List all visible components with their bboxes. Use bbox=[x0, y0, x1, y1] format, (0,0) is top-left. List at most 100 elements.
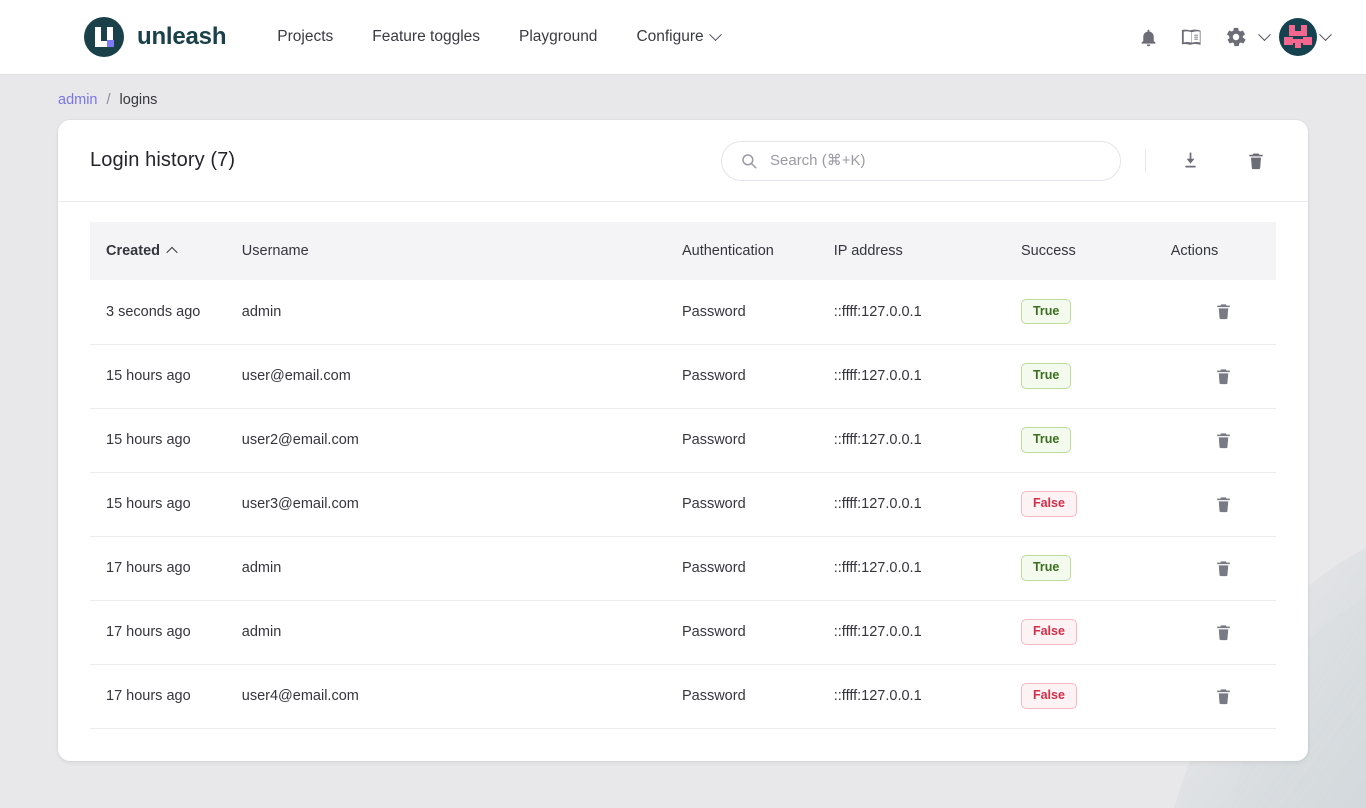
cell-ip-address: ::ffff:127.0.0.1 bbox=[834, 344, 1021, 408]
breadcrumb: admin / logins bbox=[0, 74, 1366, 120]
top-navigation-bar: unleash Projects Feature toggles Playgro… bbox=[0, 0, 1366, 74]
delete-row-button[interactable] bbox=[1204, 293, 1242, 331]
cell-authentication: Password bbox=[682, 664, 834, 728]
search-input[interactable] bbox=[768, 151, 1102, 170]
cell-created: 15 hours ago bbox=[90, 344, 242, 408]
trash-icon bbox=[1214, 559, 1233, 578]
column-label-created: Created bbox=[106, 243, 160, 259]
nav-item-configure[interactable]: Configure bbox=[623, 20, 732, 54]
card-header-actions bbox=[721, 141, 1276, 181]
brand-name: unleash bbox=[137, 23, 226, 51]
table-header-row: Created Username Authentication IP addre… bbox=[90, 222, 1276, 280]
column-header-success[interactable]: Success bbox=[1021, 222, 1171, 280]
chevron-down-icon bbox=[1258, 28, 1271, 41]
column-header-actions: Actions bbox=[1171, 222, 1276, 280]
cell-created: 15 hours ago bbox=[90, 472, 242, 536]
table-row: 17 hours agoadminPassword::ffff:127.0.0.… bbox=[90, 536, 1276, 600]
delete-all-button[interactable] bbox=[1236, 141, 1276, 181]
delete-row-button[interactable] bbox=[1204, 485, 1242, 523]
nav-item-projects[interactable]: Projects bbox=[264, 20, 346, 54]
column-label-success: Success bbox=[1021, 243, 1076, 259]
table-body: 3 seconds agoadminPassword::ffff:127.0.0… bbox=[90, 280, 1276, 728]
cell-authentication: Password bbox=[682, 344, 834, 408]
cell-actions bbox=[1171, 472, 1276, 536]
table-row: 17 hours agouser4@email.comPassword::fff… bbox=[90, 664, 1276, 728]
nav-item-playground[interactable]: Playground bbox=[506, 20, 610, 54]
delete-row-button[interactable] bbox=[1204, 549, 1242, 587]
cell-username: user2@email.com bbox=[242, 408, 682, 472]
column-header-ip-address[interactable]: IP address bbox=[834, 222, 1021, 280]
cell-success: False bbox=[1021, 664, 1171, 728]
notifications-button[interactable] bbox=[1128, 17, 1168, 57]
column-header-authentication[interactable]: Authentication bbox=[682, 222, 834, 280]
cell-ip-address: ::ffff:127.0.0.1 bbox=[834, 536, 1021, 600]
cell-ip-address: ::ffff:127.0.0.1 bbox=[834, 600, 1021, 664]
avatar bbox=[1279, 18, 1317, 56]
settings-button[interactable] bbox=[1216, 17, 1256, 57]
cell-created: 17 hours ago bbox=[90, 536, 242, 600]
trash-icon bbox=[1214, 302, 1233, 321]
documentation-button[interactable] bbox=[1172, 17, 1212, 57]
toolbar-divider bbox=[1145, 150, 1146, 172]
breadcrumb-current-logins: logins bbox=[120, 92, 158, 108]
column-header-created[interactable]: Created bbox=[90, 222, 242, 280]
cell-ip-address: ::ffff:127.0.0.1 bbox=[834, 472, 1021, 536]
nav-item-feature-toggles[interactable]: Feature toggles bbox=[359, 20, 493, 54]
cell-actions bbox=[1171, 536, 1276, 600]
login-history-card: Login history (7) bbox=[58, 120, 1308, 761]
cell-authentication: Password bbox=[682, 536, 834, 600]
search-box[interactable] bbox=[721, 141, 1121, 181]
status-badge: False bbox=[1021, 619, 1077, 644]
cell-actions bbox=[1171, 600, 1276, 664]
breadcrumb-link-admin[interactable]: admin bbox=[58, 92, 98, 108]
cell-ip-address: ::ffff:127.0.0.1 bbox=[834, 664, 1021, 728]
trash-icon bbox=[1246, 151, 1266, 171]
cell-actions bbox=[1171, 344, 1276, 408]
cell-authentication: Password bbox=[682, 280, 834, 344]
cell-success: True bbox=[1021, 344, 1171, 408]
cell-success: True bbox=[1021, 280, 1171, 344]
nav-label-projects: Projects bbox=[277, 28, 333, 46]
cell-success: False bbox=[1021, 472, 1171, 536]
chevron-down-icon bbox=[709, 28, 722, 41]
status-badge: True bbox=[1021, 299, 1071, 324]
status-badge: True bbox=[1021, 363, 1071, 388]
cell-success: True bbox=[1021, 408, 1171, 472]
delete-row-button[interactable] bbox=[1204, 613, 1242, 651]
cell-created: 17 hours ago bbox=[90, 664, 242, 728]
trash-icon bbox=[1214, 687, 1233, 706]
delete-row-button[interactable] bbox=[1204, 677, 1242, 715]
cell-actions bbox=[1171, 664, 1276, 728]
cell-ip-address: ::ffff:127.0.0.1 bbox=[834, 280, 1021, 344]
delete-row-button[interactable] bbox=[1204, 421, 1242, 459]
table-head: Created Username Authentication IP addre… bbox=[90, 222, 1276, 280]
main-nav-links: Projects Feature toggles Playground Conf… bbox=[264, 20, 745, 54]
cell-username: admin bbox=[242, 280, 682, 344]
cell-created: 15 hours ago bbox=[90, 408, 242, 472]
table-row: 3 seconds agoadminPassword::ffff:127.0.0… bbox=[90, 280, 1276, 344]
nav-label-configure: Configure bbox=[636, 28, 703, 46]
cell-actions bbox=[1171, 408, 1276, 472]
sort-ascending-icon bbox=[166, 247, 177, 258]
brand-home-link[interactable]: unleash bbox=[84, 17, 226, 57]
status-badge: False bbox=[1021, 683, 1077, 708]
delete-row-button[interactable] bbox=[1204, 357, 1242, 395]
trash-icon bbox=[1214, 495, 1233, 514]
cell-username: admin bbox=[242, 600, 682, 664]
cell-username: user4@email.com bbox=[242, 664, 682, 728]
card-header: Login history (7) bbox=[58, 120, 1308, 202]
nav-label-feature-toggles: Feature toggles bbox=[372, 28, 480, 46]
user-menu[interactable] bbox=[1279, 18, 1330, 56]
cell-authentication: Password bbox=[682, 600, 834, 664]
cell-authentication: Password bbox=[682, 472, 834, 536]
settings-menu[interactable] bbox=[1216, 17, 1269, 57]
download-button[interactable] bbox=[1170, 141, 1210, 181]
cell-username: user3@email.com bbox=[242, 472, 682, 536]
cell-username: admin bbox=[242, 536, 682, 600]
cell-authentication: Password bbox=[682, 408, 834, 472]
cell-success: True bbox=[1021, 536, 1171, 600]
trash-icon bbox=[1214, 623, 1233, 642]
column-header-username[interactable]: Username bbox=[242, 222, 682, 280]
cell-created: 17 hours ago bbox=[90, 600, 242, 664]
table-row: 17 hours agoadminPassword::ffff:127.0.0.… bbox=[90, 600, 1276, 664]
